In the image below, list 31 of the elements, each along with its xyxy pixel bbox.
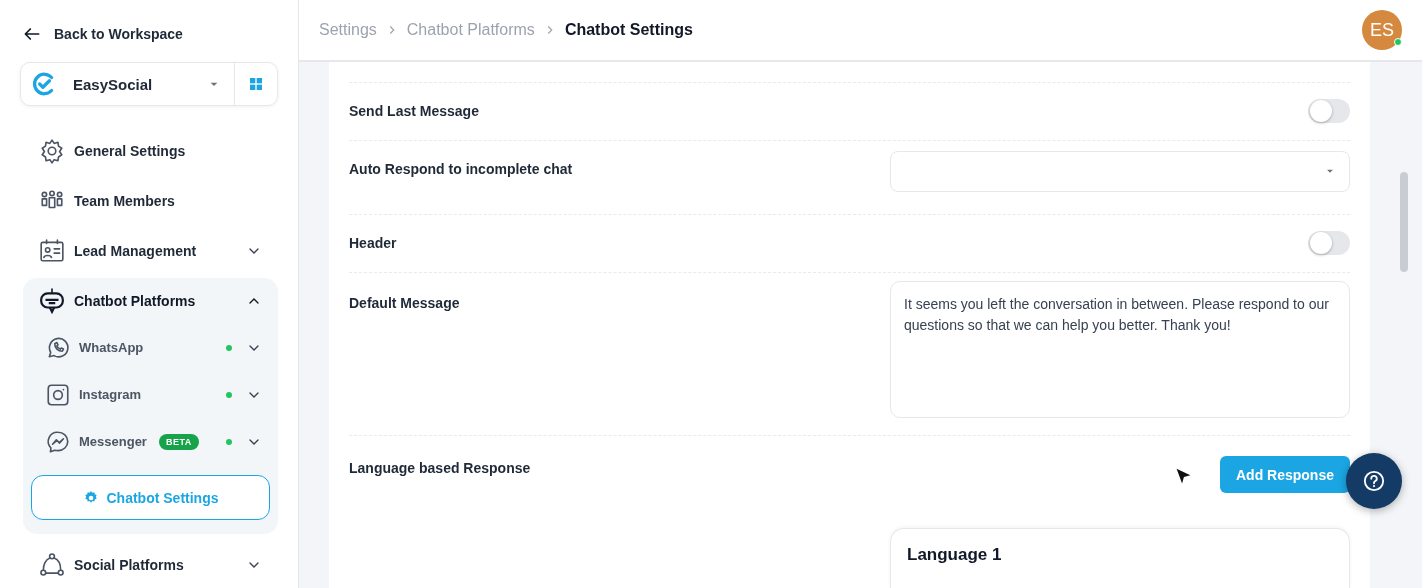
- help-icon: [1363, 470, 1385, 492]
- setting-label: Default Message: [349, 293, 460, 311]
- back-link[interactable]: Back to Workspace: [22, 24, 183, 44]
- robot-icon: [39, 288, 65, 314]
- setting-label: Language based Response: [349, 459, 532, 477]
- dropdown-field[interactable]: [890, 150, 1350, 192]
- gear-icon: [39, 138, 65, 164]
- beta-badge: BETA: [158, 433, 199, 450]
- nav-item[interactable]: Team Members: [23, 178, 278, 224]
- grid-icon: [248, 76, 264, 92]
- sub-nav-item[interactable]: Instagram: [23, 371, 278, 418]
- message-field[interactable]: It seems you left the conversation in between. Please respond to our questions so that we can help you better. Thank you!: [890, 280, 1350, 418]
- setting-label: Header: [349, 235, 397, 252]
- nav-item[interactable]: Social Platforms: [23, 542, 278, 588]
- breadcrumb-link[interactable]: Chatbot Settings: [564, 21, 693, 39]
- toggle-switch[interactable]: [1308, 99, 1350, 124]
- sub-nav-item[interactable]: Messenger BETA: [23, 418, 278, 465]
- nav-item[interactable]: Lead Management: [23, 228, 278, 274]
- setting-label: Send Last Message: [349, 103, 479, 120]
- workspace-name: EasySocial: [73, 75, 154, 93]
- nav-item[interactable]: Chatbot Platforms: [23, 278, 278, 324]
- sub-nav-item[interactable]: WhatsApp: [23, 324, 278, 371]
- workspace-dropdown[interactable]: EasySocial: [21, 63, 235, 105]
- nav-item[interactable]: General Settings: [23, 128, 278, 174]
- toggle-switch[interactable]: [1308, 231, 1350, 256]
- id-card-icon: [39, 238, 65, 264]
- network-icon: [39, 552, 65, 578]
- setting-label: Auto Respond to incomplete chat: [349, 159, 573, 177]
- language-title: Language 1: [907, 545, 1003, 566]
- messenger-icon: [45, 428, 71, 455]
- instagram-icon: [45, 381, 71, 408]
